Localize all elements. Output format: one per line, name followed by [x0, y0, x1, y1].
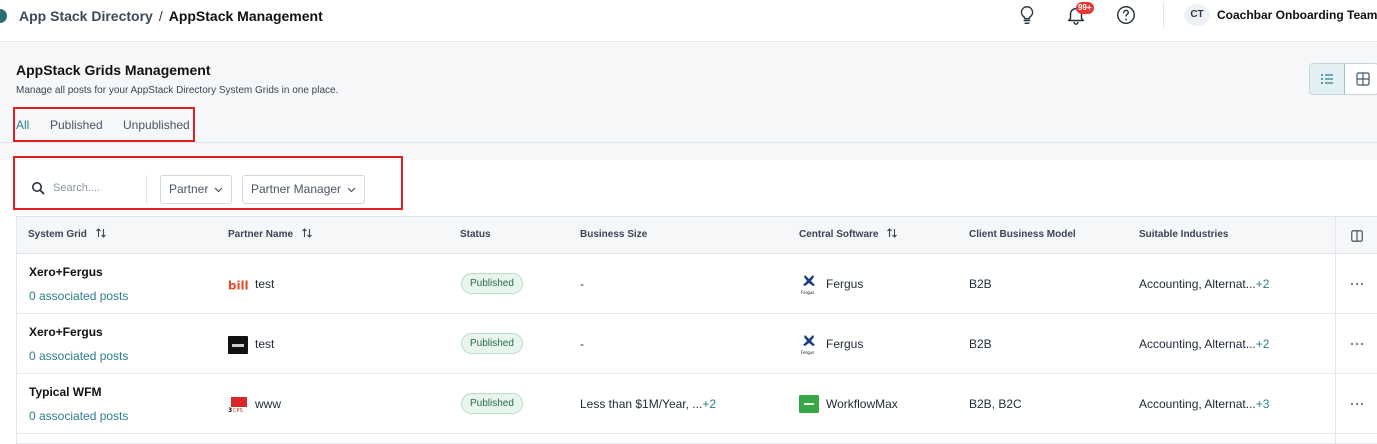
- partner-name: test: [255, 337, 275, 351]
- view-toggle: [1309, 63, 1377, 95]
- industries-more-link[interactable]: +2: [1256, 337, 1270, 351]
- grids-table: System Grid Partner Name Status Business…: [16, 216, 1377, 444]
- industries-more-link[interactable]: +3: [1256, 397, 1270, 411]
- partner-dropdown-label: Partner: [169, 182, 209, 196]
- page-subtitle: Manage all posts for your AppStack Direc…: [16, 85, 339, 96]
- system-grid-name: Xero+Fergus: [29, 265, 103, 279]
- svg-text:3: 3: [228, 407, 232, 414]
- column-header-client-business-model: Client Business Model: [969, 229, 1076, 240]
- partner-logo: [228, 336, 248, 354]
- row-actions-cell: [1335, 434, 1377, 444]
- list-view-button[interactable]: [1310, 64, 1345, 94]
- table-row[interactable]: Xero+Fergus 0 associated posts test Publ…: [17, 314, 1377, 374]
- workflowmax-logo: [799, 395, 819, 413]
- breadcrumb-separator: /: [158, 8, 163, 24]
- list-view-icon: [1321, 74, 1333, 84]
- partner-manager-dropdown-label: Partner Manager: [251, 182, 342, 196]
- bill-logo: bill: [228, 276, 248, 294]
- row-actions-button[interactable]: [1335, 314, 1377, 374]
- fergus-logo: Fergus: [801, 275, 815, 295]
- partner-dropdown[interactable]: Partner: [160, 175, 232, 204]
- column-header-business-size: Business Size: [580, 229, 648, 240]
- column-header-partner-name[interactable]: Partner Name: [228, 227, 313, 240]
- partner-manager-dropdown[interactable]: Partner Manager: [242, 175, 365, 204]
- central-software-name: Fergus: [826, 277, 864, 291]
- column-settings-button[interactable]: [1335, 217, 1377, 255]
- status-badge: Published: [461, 273, 523, 294]
- app-logo[interactable]: [0, 9, 7, 23]
- filter-bar: Partner Partner Manager: [0, 156, 1377, 216]
- column-header-suitable-industries: Suitable Industries: [1139, 229, 1229, 240]
- avatar[interactable]: CT: [1184, 4, 1210, 26]
- system-grid-name: Typical WFM: [29, 385, 102, 399]
- row-actions-button[interactable]: [1335, 374, 1377, 434]
- svg-text:Fergus: Fergus: [801, 350, 814, 355]
- breadcrumb: App Stack Directory / AppStack Management: [19, 8, 323, 24]
- client-business-model: B2B: [969, 277, 992, 291]
- table-header: System Grid Partner Name Status Business…: [17, 216, 1377, 255]
- chevron-down-icon: [347, 187, 356, 193]
- central-software-name: Fergus: [826, 337, 864, 351]
- row-actions-button[interactable]: [1335, 254, 1377, 314]
- sort-icon[interactable]: [886, 227, 898, 239]
- help-icon[interactable]: [1115, 4, 1137, 26]
- svg-text:bill: bill: [228, 279, 248, 292]
- business-size-more-link[interactable]: +2: [702, 397, 716, 411]
- grid-view-button[interactable]: [1345, 64, 1377, 94]
- suitable-industries: Accounting, Alternat...+2: [1139, 277, 1270, 291]
- table-row[interactable]: Typical WFM 0 associated posts 3 CPS www …: [17, 374, 1377, 434]
- partner-name: www: [255, 397, 281, 411]
- suitable-industries: Accounting, Alternat...+3: [1139, 397, 1270, 411]
- fergus-logo: Fergus: [801, 335, 815, 355]
- notification-badge: 99+: [1076, 2, 1094, 14]
- central-software-name: WorkflowMax: [826, 397, 898, 411]
- industries-more-link[interactable]: +2: [1256, 277, 1270, 291]
- business-size: -: [580, 337, 584, 351]
- partner-name: test: [255, 277, 275, 291]
- more-icon: [1350, 402, 1364, 406]
- client-business-model: B2B, B2C: [969, 397, 1022, 411]
- user-name[interactable]: Coachbar Onboarding Team: [1217, 8, 1377, 22]
- business-size: Less than $1M/Year, ...+2: [580, 397, 716, 411]
- tabs-highlight-box: [13, 107, 195, 142]
- filter-divider: [146, 175, 147, 203]
- sort-icon[interactable]: [301, 227, 313, 239]
- client-business-model: B2B: [969, 337, 992, 351]
- more-icon: [1350, 342, 1364, 346]
- associated-posts-link[interactable]: 0 associated posts: [29, 409, 128, 423]
- search-input[interactable]: [53, 180, 143, 196]
- header-divider: [1163, 2, 1164, 28]
- table-row[interactable]: Xero+Fergus 0 associated posts bill test…: [17, 254, 1377, 314]
- tabs-divider: [0, 142, 1377, 143]
- breadcrumb-current: AppStack Management: [168, 8, 323, 24]
- column-header-system-grid[interactable]: System Grid: [28, 227, 107, 240]
- lightbulb-icon[interactable]: [1016, 4, 1038, 26]
- sort-icon[interactable]: [95, 227, 107, 239]
- table-row[interactable]: [17, 434, 1377, 444]
- grid-view-icon: [1355, 72, 1370, 86]
- page-title: AppStack Grids Management: [16, 62, 211, 78]
- columns-icon: [1351, 230, 1363, 242]
- top-bar: App Stack Directory / AppStack Management …: [0, 0, 1377, 42]
- more-icon: [1350, 282, 1364, 286]
- search-icon: [32, 182, 45, 195]
- chevron-down-icon: [214, 187, 223, 193]
- breadcrumb-parent-link[interactable]: App Stack Directory: [19, 8, 153, 24]
- column-header-central-software[interactable]: Central Software: [799, 227, 898, 240]
- suitable-industries: Accounting, Alternat...+2: [1139, 337, 1270, 351]
- 3cps-logo: 3 CPS: [228, 396, 248, 414]
- svg-text:Fergus: Fergus: [801, 290, 814, 295]
- business-size: -: [580, 277, 584, 291]
- svg-text:CPS: CPS: [233, 408, 243, 414]
- page-header: AppStack Grids Management Manage all pos…: [0, 43, 1377, 160]
- associated-posts-link[interactable]: 0 associated posts: [29, 289, 128, 303]
- system-grid-name: Xero+Fergus: [29, 325, 103, 339]
- associated-posts-link[interactable]: 0 associated posts: [29, 349, 128, 363]
- status-badge: Published: [461, 333, 523, 354]
- column-header-status: Status: [460, 229, 491, 240]
- status-badge: Published: [461, 393, 523, 414]
